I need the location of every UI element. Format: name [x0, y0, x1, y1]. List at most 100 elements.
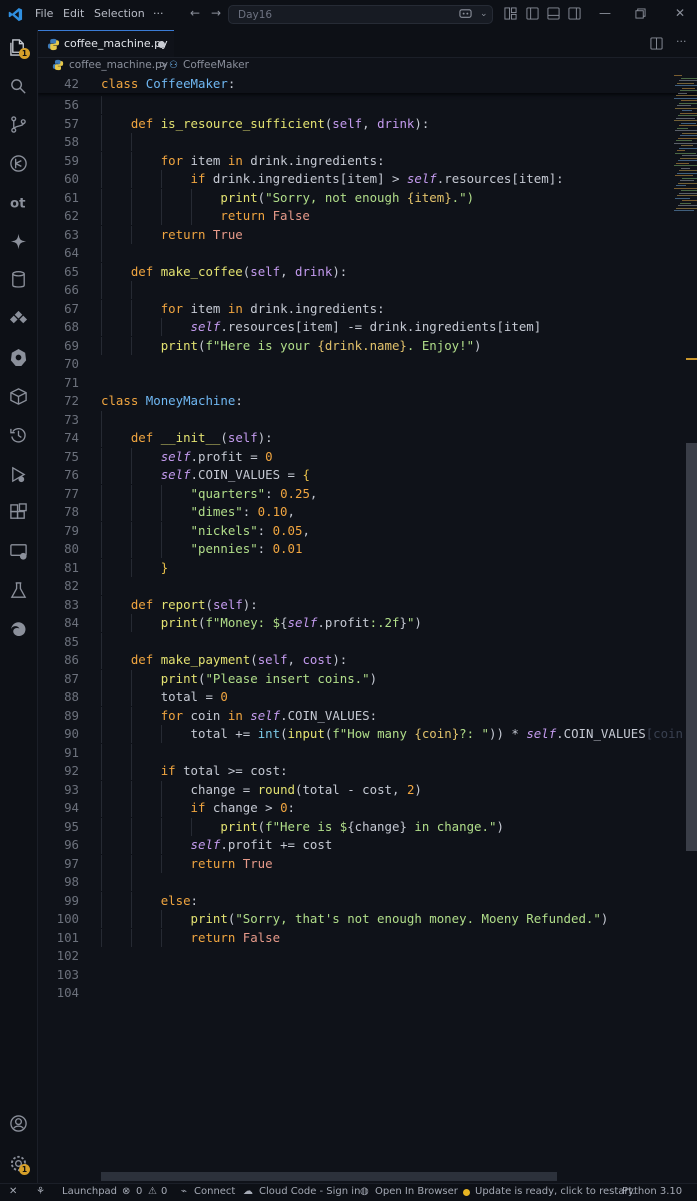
search-icon[interactable] [9, 77, 28, 96]
minimize-window-icon[interactable]: — [598, 6, 612, 20]
copilot-icon[interactable] [9, 232, 28, 251]
python-version[interactable]: Python 3.10 [622, 1186, 682, 1197]
code-line[interactable]: 61 print("Sorry, not enough {item}.") [38, 188, 638, 207]
code-line[interactable]: 80 "pennies": 0.01 [38, 540, 638, 558]
launchpad-label[interactable]: Launchpad [62, 1186, 117, 1197]
code-line[interactable]: 62 return False [38, 207, 638, 225]
code-line[interactable]: 56 [38, 96, 638, 114]
code-line[interactable]: 73 [38, 410, 638, 429]
remote-explorer-icon[interactable] [9, 542, 28, 561]
toggle-sidebar-icon[interactable] [526, 7, 540, 21]
cloud-code-label[interactable]: Cloud Code - Sign in [259, 1186, 360, 1197]
more-menu-button[interactable]: ··· [153, 7, 164, 20]
code-line[interactable]: 71 [38, 374, 638, 392]
code-line[interactable]: 91 [38, 743, 638, 762]
code-line[interactable]: 89 for coin in self.COIN_VALUES: [38, 706, 638, 725]
code-line[interactable]: 72 class MoneyMachine: [38, 392, 638, 410]
code-line[interactable]: 102 [38, 947, 638, 965]
code-line[interactable]: 79 "nickels": 0.05, [38, 521, 638, 540]
code-line[interactable]: 98 [38, 873, 638, 891]
code-line[interactable]: 60 if drink.ingredients[item] > self.res… [38, 170, 638, 188]
plug-icon[interactable]: ⌁ [181, 1186, 187, 1197]
extensions-grid-icon[interactable] [9, 503, 28, 522]
toggle-secondary-sidebar-icon[interactable] [568, 7, 582, 21]
remote-indicator-icon[interactable]: ✕ [9, 1186, 17, 1197]
menu-edit[interactable]: Edit [63, 7, 84, 20]
timeline-icon[interactable] [9, 426, 28, 445]
code-line[interactable]: 96 self.profit += cost [38, 836, 638, 854]
code-line[interactable]: 69 print(f"Here is your {drink.name}. En… [38, 336, 638, 355]
code-line[interactable]: 58 [38, 133, 638, 151]
packages-icon[interactable] [9, 387, 28, 406]
code-line[interactable]: 68 self.resources[item] -= drink.ingredi… [38, 318, 638, 336]
deploy-icon[interactable] [9, 465, 28, 484]
code-line[interactable]: 95 print(f"Here is ${change} in change."… [38, 817, 638, 836]
vertical-scrollbar[interactable] [686, 443, 697, 851]
code-line[interactable]: 59 for item in drink.ingredients: [38, 151, 638, 170]
run-debug-icon[interactable] [9, 154, 28, 173]
code-line[interactable]: 101 return False [38, 928, 638, 947]
warning-count[interactable]: 0 [161, 1186, 167, 1197]
restore-window-icon[interactable] [635, 8, 647, 20]
horizontal-scrollbar[interactable] [101, 1172, 557, 1181]
code-line[interactable]: 87 print("Please insert coins.") [38, 669, 638, 688]
code-line[interactable]: 63 return True [38, 225, 638, 244]
code-line[interactable]: 67 for item in drink.ingredients: [38, 299, 638, 318]
edge-icon[interactable] [9, 620, 28, 639]
code-line[interactable]: 75 self.profit = 0 [38, 447, 638, 466]
code-line[interactable]: 86 def make_payment(self, cost): [38, 651, 638, 669]
warning-icon[interactable]: ⚠ [148, 1186, 157, 1197]
error-count[interactable]: 0 [136, 1186, 142, 1197]
back-arrow-icon[interactable]: ← [188, 6, 202, 20]
minimap[interactable] [674, 75, 697, 225]
chevron-down-icon[interactable]: ⌄ [480, 9, 488, 19]
kubernetes-icon[interactable] [9, 348, 28, 367]
code-line[interactable]: 78 "dimes": 0.10, [38, 503, 638, 521]
database-icon[interactable] [9, 270, 28, 289]
code-line[interactable]: 81 } [38, 558, 638, 577]
cloud-icon[interactable]: ☁ [243, 1186, 253, 1197]
split-editor-icon[interactable] [650, 37, 663, 50]
code-line[interactable]: 104 [38, 984, 638, 1002]
more-actions-icon[interactable]: ··· [676, 35, 687, 48]
code-line[interactable]: 66 [38, 281, 638, 299]
extensions-icon[interactable] [9, 309, 28, 328]
open-in-browser-label[interactable]: Open In Browser [375, 1186, 458, 1197]
code-line[interactable]: 64 [38, 244, 638, 262]
code-line[interactable]: 85 [38, 632, 638, 651]
tab-coffee-machine[interactable]: coffee_machine.py [38, 30, 174, 57]
breadcrumb-file[interactable]: coffee_machine.py [69, 59, 168, 71]
code-line[interactable]: 70 [38, 355, 638, 373]
code-line[interactable]: 88 total = 0 [38, 688, 638, 706]
toggle-panel-icon[interactable] [547, 7, 561, 21]
code-line[interactable]: 65 def make_coffee(self, drink): [38, 262, 638, 281]
launchpad-icon[interactable]: ⚘ [36, 1186, 45, 1197]
code-line[interactable]: 92 if total >= cost: [38, 762, 638, 780]
source-control-icon[interactable] [9, 115, 28, 134]
error-icon[interactable]: ⊗ [122, 1186, 130, 1197]
code-line[interactable]: 77 "quarters": 0.25, [38, 484, 638, 503]
outline-icon[interactable]: ot [9, 193, 28, 212]
globe-icon[interactable]: ◍ [360, 1186, 369, 1197]
code-line[interactable]: 103 [38, 966, 638, 984]
code-line[interactable]: 84 print(f"Money: ${self.profit:.2f}") [38, 614, 638, 632]
code-line[interactable]: 57 def is_resource_sufficient(self, drin… [38, 114, 638, 133]
code-line[interactable]: 90 total += int(input(f"How many {coin}?… [38, 725, 683, 743]
close-window-icon[interactable]: ✕ [673, 6, 687, 20]
code-line[interactable]: 74 def __init__(self): [38, 429, 638, 447]
code-line[interactable]: 82 [38, 577, 638, 595]
breadcrumb-symbol[interactable]: CoffeeMaker [183, 59, 249, 71]
unsaved-dot-icon[interactable] [158, 41, 165, 48]
menu-file[interactable]: File [35, 7, 53, 20]
code-editor[interactable]: 56 57 def is_resource_sufficient(self, dr… [38, 75, 697, 1172]
code-line[interactable]: 99 else: [38, 891, 638, 910]
update-label[interactable]: Update is ready, click to restart. [475, 1186, 636, 1197]
connect-label[interactable]: Connect [194, 1186, 235, 1197]
command-center-search[interactable]: Day16 ⌄ [228, 5, 493, 24]
toggle-panel-layout-icon[interactable] [504, 7, 518, 21]
account-icon[interactable] [9, 1114, 28, 1133]
code-line[interactable]: 97 return True [38, 854, 638, 873]
code-line[interactable]: 83 def report(self): [38, 595, 638, 614]
sticky-scroll-header[interactable]: 42 class CoffeeMaker: [38, 75, 697, 93]
testing-icon[interactable] [9, 581, 28, 600]
